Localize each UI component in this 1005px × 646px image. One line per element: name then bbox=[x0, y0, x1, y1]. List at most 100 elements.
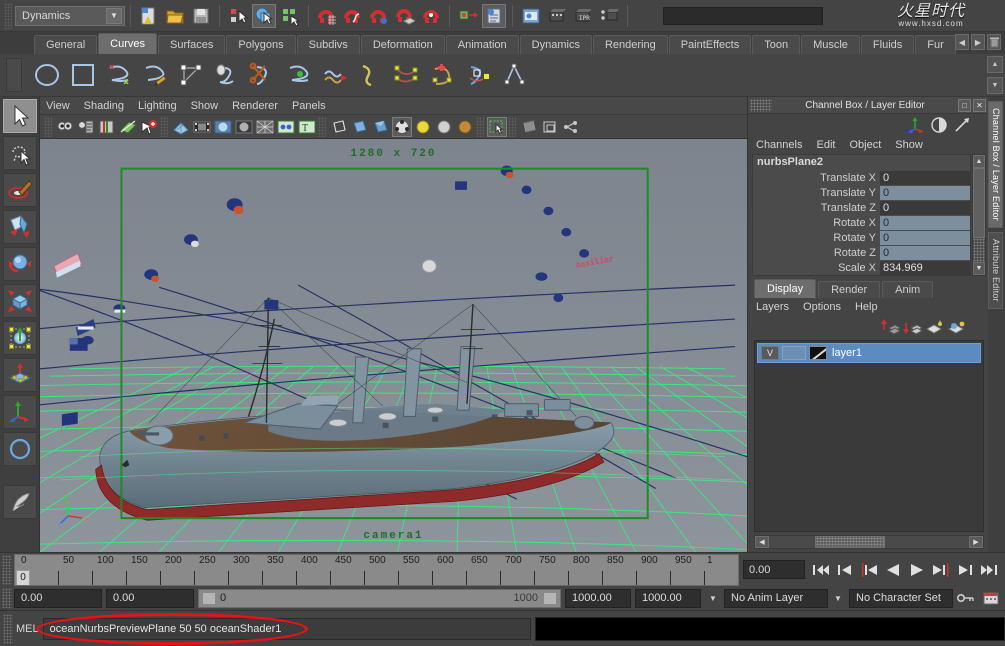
range-end-handle[interactable] bbox=[543, 592, 557, 605]
scroll-thumb[interactable] bbox=[815, 536, 885, 548]
channel-row-translate-z[interactable]: Translate Z 0 bbox=[753, 200, 970, 215]
new-layer-icon[interactable] bbox=[924, 317, 946, 337]
shelf-tab-painteffects[interactable]: PaintEffects bbox=[669, 35, 752, 54]
exposure-icon[interactable] bbox=[561, 117, 581, 137]
chevron-down-icon[interactable]: ▼ bbox=[106, 8, 122, 24]
render-current-frame-icon[interactable] bbox=[519, 4, 543, 28]
safe-title-icon[interactable]: T bbox=[297, 117, 317, 137]
play-backwards-icon[interactable] bbox=[881, 558, 905, 582]
time-slider-grip[interactable] bbox=[2, 555, 12, 585]
range-end-field[interactable]: 1000.00 bbox=[635, 589, 701, 608]
channel-value[interactable]: 0 bbox=[880, 246, 970, 260]
shaded-textured-icon[interactable] bbox=[371, 117, 391, 137]
channel-menu-show[interactable]: Show bbox=[895, 139, 923, 151]
add-points-tool-icon[interactable] bbox=[318, 58, 352, 92]
new-layer-from-selected-icon[interactable] bbox=[946, 317, 968, 337]
viewport-menu-renderer[interactable]: Renderer bbox=[232, 100, 278, 112]
shelf-tab-deformation[interactable]: Deformation bbox=[361, 35, 445, 54]
move-layer-down-icon[interactable] bbox=[902, 317, 924, 337]
step-forward-key-icon[interactable] bbox=[929, 558, 953, 582]
shelf-tab-polygons[interactable]: Polygons bbox=[226, 35, 295, 54]
rotate-tool[interactable] bbox=[3, 247, 37, 281]
image-plane-icon[interactable] bbox=[118, 117, 138, 137]
play-forwards-icon[interactable] bbox=[905, 558, 929, 582]
layer-visibility-toggle[interactable]: V bbox=[761, 346, 779, 360]
show-manipulator-tool[interactable] bbox=[3, 395, 37, 429]
command-line-grip[interactable] bbox=[3, 614, 13, 644]
snap-to-view-plane-icon[interactable] bbox=[419, 4, 443, 28]
channel-row-rotate-y[interactable]: Rotate Y 0 bbox=[753, 230, 970, 245]
scroll-down-button[interactable]: ▼ bbox=[973, 262, 985, 275]
channel-menu-edit[interactable]: Edit bbox=[816, 139, 835, 151]
last-tool-used-icon[interactable] bbox=[3, 432, 37, 466]
shelf-tab-subdivs[interactable]: Subdivs bbox=[297, 35, 360, 54]
speed-icon[interactable] bbox=[952, 115, 972, 135]
tab-display[interactable]: Display bbox=[754, 279, 816, 298]
safe-action-icon[interactable] bbox=[276, 117, 296, 137]
step-back-frame-icon[interactable] bbox=[833, 558, 857, 582]
isolate-select-icon[interactable] bbox=[487, 117, 507, 137]
toggle-selection-handles-icon[interactable] bbox=[482, 4, 506, 28]
shelf-tab-surfaces[interactable]: Surfaces bbox=[158, 35, 225, 54]
chevron-down-icon[interactable]: ▼ bbox=[830, 589, 846, 608]
offset-curve-icon[interactable] bbox=[354, 58, 388, 92]
duplicate-surface-curves-icon[interactable] bbox=[498, 58, 532, 92]
render-settings-icon[interactable] bbox=[597, 4, 621, 28]
channel-row-translate-y[interactable]: Translate Y 0 bbox=[753, 185, 970, 200]
scroll-grip[interactable] bbox=[973, 238, 985, 262]
ep-curve-tool-icon[interactable] bbox=[102, 58, 136, 92]
anim-layer-dropdown[interactable]: No Anim Layer bbox=[724, 589, 828, 608]
resolution-gate-icon[interactable] bbox=[213, 117, 233, 137]
viewport-3d[interactable]: Auxiliar bbox=[40, 139, 747, 552]
channel-value[interactable]: 1 bbox=[880, 276, 970, 277]
animation-start-field[interactable]: 0.00 bbox=[106, 589, 194, 608]
smooth-shade-icon[interactable] bbox=[350, 117, 370, 137]
gate-mask-icon[interactable] bbox=[234, 117, 254, 137]
bookmark-icon[interactable] bbox=[97, 117, 117, 137]
selection-mask-icon[interactable] bbox=[634, 4, 658, 28]
select-camera-icon[interactable] bbox=[55, 117, 75, 137]
viewport-toolbar-grip[interactable] bbox=[44, 117, 52, 137]
layer-playback-toggle[interactable] bbox=[782, 346, 806, 360]
range-track[interactable]: 0 1000 bbox=[198, 589, 561, 608]
layer-list[interactable]: V layer1 bbox=[754, 340, 984, 532]
shelf-tab-muscle[interactable]: Muscle bbox=[801, 35, 860, 54]
wireframe-icon[interactable] bbox=[329, 117, 349, 137]
shelf-tab-rendering[interactable]: Rendering bbox=[593, 35, 668, 54]
time-slider-track[interactable]: 0 50 100 150 200 250 300 350 400 450 500… bbox=[14, 554, 739, 586]
shelf-tab-dynamics[interactable]: Dynamics bbox=[520, 35, 592, 54]
channel-menu-channels[interactable]: Channels bbox=[756, 139, 802, 151]
shelf-tab-general[interactable]: General bbox=[34, 35, 97, 54]
camera-attributes-icon[interactable] bbox=[76, 117, 96, 137]
animation-preferences-icon[interactable] bbox=[980, 589, 1002, 608]
channel-row-scale-y[interactable]: Scale Y 1 bbox=[753, 275, 970, 276]
layer-menu-options[interactable]: Options bbox=[803, 301, 841, 313]
layer-menu-layers[interactable]: Layers bbox=[756, 301, 789, 313]
tab-anim[interactable]: Anim bbox=[882, 281, 933, 298]
snap-to-plane-icon[interactable] bbox=[393, 4, 417, 28]
new-scene-icon[interactable] bbox=[137, 4, 161, 28]
channel-value[interactable]: 0 bbox=[880, 186, 970, 200]
viewport-menu-panels[interactable]: Panels bbox=[292, 100, 326, 112]
range-start-handle[interactable] bbox=[202, 592, 216, 605]
command-output-field[interactable] bbox=[535, 617, 1005, 641]
template-swatch-icon[interactable] bbox=[809, 346, 827, 360]
channel-value[interactable]: 834.969 bbox=[880, 261, 970, 275]
menu-set-dropdown[interactable]: Dynamics ▼ bbox=[15, 6, 125, 26]
light-default-icon[interactable] bbox=[434, 117, 454, 137]
film-gate-icon[interactable] bbox=[192, 117, 212, 137]
shelf-tab-fluids[interactable]: Fluids bbox=[861, 35, 914, 54]
channel-value[interactable]: 0 bbox=[880, 216, 970, 230]
scale-tool[interactable] bbox=[3, 284, 37, 318]
go-to-start-icon[interactable] bbox=[809, 558, 833, 582]
shelf-tab-toon[interactable]: Toon bbox=[752, 35, 800, 54]
step-forward-frame-icon[interactable] bbox=[953, 558, 977, 582]
shelf-handle[interactable] bbox=[6, 58, 22, 92]
paint-effects-tool[interactable] bbox=[3, 485, 37, 519]
channel-value[interactable]: 0 bbox=[880, 201, 970, 215]
viewport-menu-lighting[interactable]: Lighting bbox=[138, 100, 177, 112]
move-tool[interactable] bbox=[3, 210, 37, 244]
channel-menu-object[interactable]: Object bbox=[849, 139, 881, 151]
universal-manipulator-tool[interactable] bbox=[3, 321, 37, 355]
status-line-grip[interactable] bbox=[4, 3, 12, 29]
